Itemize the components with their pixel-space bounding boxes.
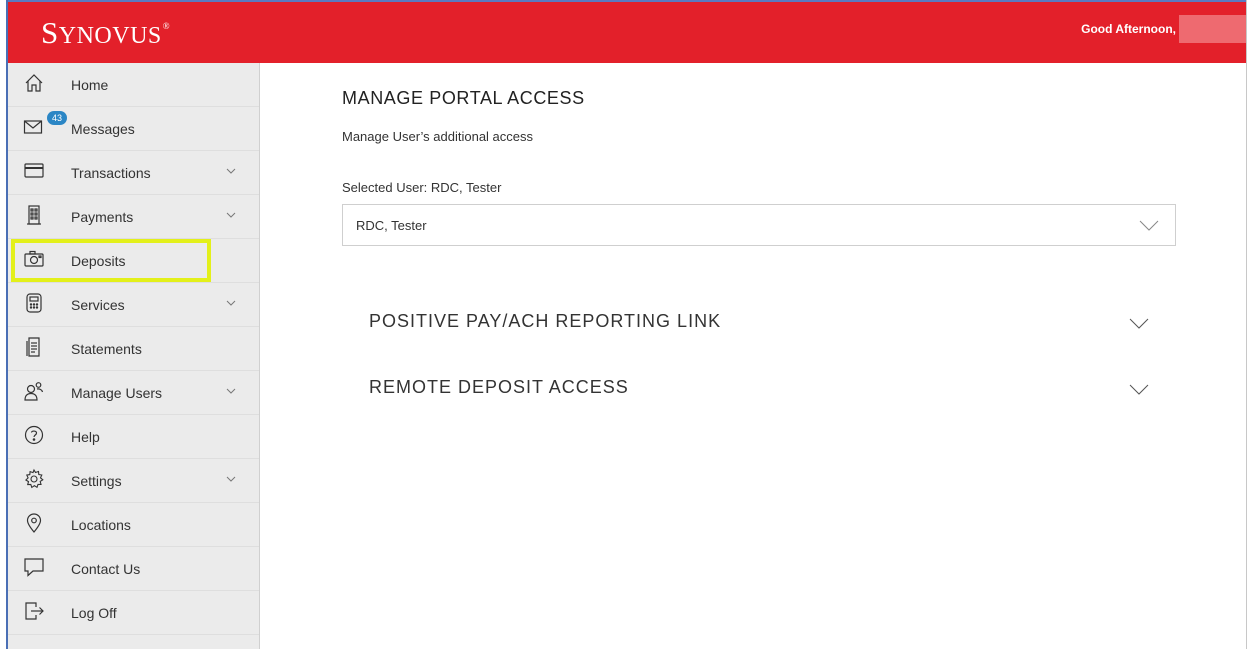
chevron-down-icon[interactable] xyxy=(225,386,237,396)
chevron-down-icon[interactable] xyxy=(225,474,237,484)
accordion-remote-deposit[interactable]: REMOTE DEPOSIT ACCESS xyxy=(369,369,1149,409)
sidebar-item-transactions[interactable]: Transactions xyxy=(8,151,259,195)
chevron-down-icon[interactable] xyxy=(1139,219,1159,231)
accordion-positive-pay[interactable]: POSITIVE PAY/ACH REPORTING LINK xyxy=(369,303,1149,343)
envelope-icon: 43 xyxy=(23,111,67,138)
sidebar-item-settings[interactable]: Settings xyxy=(8,459,259,503)
sidebar-item-help[interactable]: Help xyxy=(8,415,259,459)
document-icon xyxy=(23,336,45,358)
main-content: MANAGE PORTAL ACCESS Manage User’s addit… xyxy=(261,63,1246,649)
camera-icon xyxy=(23,248,45,270)
home-icon xyxy=(23,72,45,94)
sidebar-item-messages[interactable]: 43 Messages xyxy=(8,107,259,151)
users-icon xyxy=(23,380,45,402)
sidebar-item-label: Deposits xyxy=(71,252,126,269)
selected-user-label: Selected User: RDC, Tester xyxy=(342,180,502,195)
greeting-name-redacted xyxy=(1179,15,1246,43)
page-title: MANAGE PORTAL ACCESS xyxy=(342,88,585,108)
sidebar-item-label: Contact Us xyxy=(71,560,141,577)
sidebar-item-label: Payments xyxy=(71,208,134,225)
logo-rest: YNOVUS xyxy=(58,23,162,49)
sidebar-item-label: Help xyxy=(71,428,100,445)
sidebar-item-label: Home xyxy=(71,76,109,93)
sidebar-item-label: Settings xyxy=(71,472,122,489)
card-icon xyxy=(23,160,45,182)
user-select-value: RDC, Tester xyxy=(356,218,427,233)
sidebar-item-services[interactable]: Services xyxy=(8,283,259,327)
accordion-title: POSITIVE PAY/ACH REPORTING LINK xyxy=(369,311,722,331)
app-frame: SYNOVUS® Good Afternoon, Home 43 Message… xyxy=(6,0,1247,649)
sidebar-nav: Home 43 Messages Transactions Payments D… xyxy=(8,63,260,649)
sidebar-item-label: Transactions xyxy=(71,164,151,181)
sidebar-item-label: Statements xyxy=(71,340,142,357)
sidebar-item-label: Messages xyxy=(71,120,135,137)
sidebar-item-statements[interactable]: Statements xyxy=(8,327,259,371)
chevron-down-icon[interactable] xyxy=(1129,383,1149,395)
calculator-icon xyxy=(23,292,45,314)
messages-count-badge: 43 xyxy=(47,111,67,125)
sidebar-item-label: Services xyxy=(71,296,125,313)
greeting-text: Good Afternoon, xyxy=(1081,22,1176,36)
accordion-title: REMOTE DEPOSIT ACCESS xyxy=(369,377,629,397)
sidebar-item-manage-users[interactable]: Manage Users xyxy=(8,371,259,415)
gear-icon xyxy=(23,468,45,490)
sidebar-item-label: Locations xyxy=(71,516,131,533)
logo-initial: S xyxy=(41,15,59,50)
sidebar-item-log-off[interactable]: Log Off xyxy=(8,591,259,635)
page-subtitle: Manage User’s additional access xyxy=(342,129,534,144)
chevron-down-icon[interactable] xyxy=(225,166,237,176)
sidebar-item-label: Manage Users xyxy=(71,384,163,401)
sidebar-item-contact-us[interactable]: Contact Us xyxy=(8,547,259,591)
logo-registered-mark: ® xyxy=(162,21,171,31)
top-header: SYNOVUS® Good Afternoon, xyxy=(8,0,1246,63)
sidebar-item-home[interactable]: Home xyxy=(8,63,259,107)
sidebar-item-payments[interactable]: Payments xyxy=(8,195,259,239)
chat-bubble-icon xyxy=(23,556,45,578)
logout-icon xyxy=(23,600,45,622)
sidebar-item-deposits[interactable]: Deposits xyxy=(8,239,259,283)
user-select-dropdown[interactable]: RDC, Tester xyxy=(342,204,1176,246)
location-pin-icon xyxy=(23,512,45,534)
chevron-down-icon[interactable] xyxy=(1129,317,1149,329)
building-icon xyxy=(23,204,45,226)
question-icon xyxy=(23,424,45,446)
sidebar-item-locations[interactable]: Locations xyxy=(8,503,259,547)
chevron-down-icon[interactable] xyxy=(225,210,237,220)
chevron-down-icon[interactable] xyxy=(225,298,237,308)
sidebar-item-label: Log Off xyxy=(71,604,117,621)
synovus-logo[interactable]: SYNOVUS® xyxy=(41,15,170,51)
